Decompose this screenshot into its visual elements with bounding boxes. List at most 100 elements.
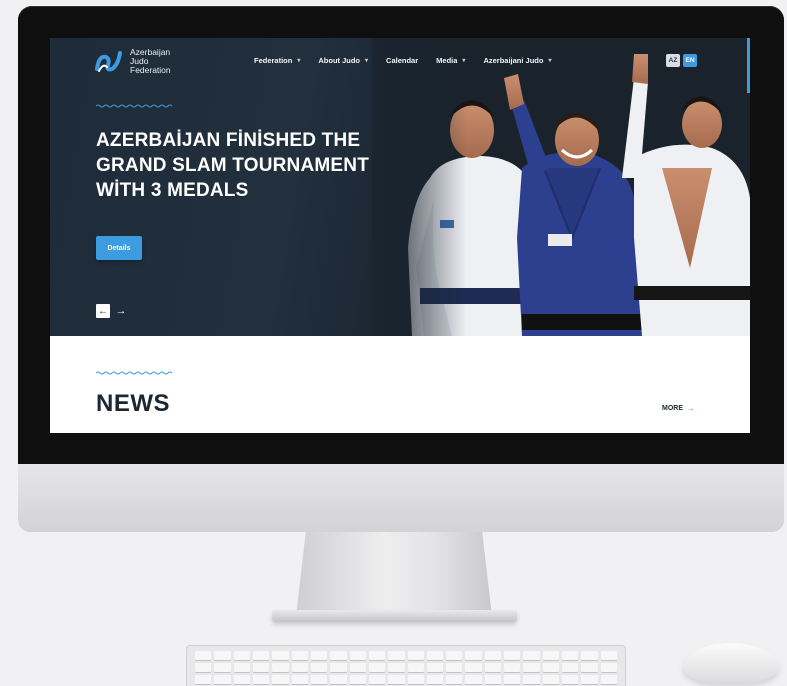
keyboard-key [581, 651, 598, 660]
chevron-down-icon: ▾ [462, 58, 466, 64]
keyboard-key [562, 675, 579, 684]
monitor-chin [18, 464, 784, 532]
hero-slider: Azerbaijan Judo Federation Federation ▾ … [50, 38, 750, 336]
keyboard-key [600, 651, 617, 660]
keyboard-key [291, 663, 308, 672]
keyboard-key [310, 675, 328, 684]
keyboard-key [523, 675, 540, 684]
keyboard-key [252, 663, 270, 672]
federation-logo-icon [95, 50, 122, 72]
details-button[interactable]: Details [96, 236, 142, 260]
keyboard-key [523, 663, 540, 672]
nav-label: Azerbaijani Judo [483, 56, 544, 65]
keyboard-key [214, 651, 231, 660]
keyboard-key [330, 675, 347, 684]
keyboard-key [349, 675, 366, 684]
keyboard-key [272, 663, 289, 672]
keyboard-key [368, 663, 386, 672]
keyboard-key [446, 663, 463, 672]
more-link[interactable]: MORE → [662, 404, 695, 413]
keyboard-key [407, 651, 424, 660]
keyboard-key [272, 651, 289, 660]
keyboard-key [581, 663, 598, 672]
nav-item-about-judo[interactable]: About Judo ▾ [318, 56, 368, 65]
logo-text: Azerbaijan Judo Federation [130, 48, 171, 75]
keyboard-key [291, 651, 308, 660]
keyboard-key [542, 651, 560, 660]
keyboard-key [388, 651, 405, 660]
arrow-left-icon[interactable]: ← [96, 304, 110, 318]
keyboard-key [195, 651, 212, 660]
keyboard-key [446, 675, 463, 684]
keyboard-key [600, 675, 617, 684]
slider-controls: ← → [96, 304, 128, 318]
keyboard-key [330, 663, 347, 672]
keyboard-key [349, 651, 366, 660]
site-logo[interactable]: Azerbaijan Judo Federation [94, 48, 171, 75]
logo-line-3: Federation [130, 65, 171, 75]
language-switcher: AZ EN [666, 54, 697, 67]
scroll-indicator[interactable] [747, 38, 750, 93]
keyboard-key [272, 675, 289, 684]
keyboard-key [581, 675, 598, 684]
keyboard-key [542, 663, 560, 672]
arrow-right-icon: → [687, 404, 695, 413]
keyboard-key [252, 675, 270, 684]
keyboard-key [368, 675, 386, 684]
chevron-down-icon: ▾ [297, 58, 301, 64]
keyboard-key [214, 663, 231, 672]
keyboard-key [426, 675, 444, 684]
hero-title: AZERBAİJAN FİNİSHED THE GRAND SLAM TOURN… [96, 130, 370, 201]
keyboard-key [407, 663, 424, 672]
keyboard-key [233, 663, 250, 672]
nav-item-federation[interactable]: Federation ▾ [254, 56, 300, 65]
mouse [683, 643, 779, 683]
chevron-down-icon: ▾ [365, 58, 369, 64]
lang-az-button[interactable]: AZ [666, 54, 680, 67]
keyboard-key [562, 663, 579, 672]
monitor-stand [296, 532, 492, 616]
keyboard-key [465, 675, 482, 684]
main-nav: Federation ▾ About Judo ▾ Calendar Media… [254, 56, 569, 65]
decorative-wave [96, 371, 173, 375]
keyboard-key [310, 663, 328, 672]
keyboard-key [233, 675, 250, 684]
nav-item-media[interactable]: Media ▾ [436, 56, 465, 65]
keyboard-key [446, 651, 463, 660]
keyboard-key [291, 675, 308, 684]
keyboard-key [330, 651, 347, 660]
nav-item-azerbaijani-judo[interactable]: Azerbaijani Judo ▾ [483, 56, 551, 65]
keyboard-key [388, 663, 405, 672]
keyboard-key [484, 663, 502, 672]
chevron-down-icon: ▾ [548, 58, 552, 64]
keyboard-key [542, 675, 560, 684]
more-label: MORE [662, 405, 683, 412]
news-section-title: NEWS [96, 390, 170, 417]
arrow-right-icon[interactable]: → [114, 304, 128, 318]
decorative-wave [96, 104, 173, 108]
keyboard-key [252, 651, 270, 660]
keyboard-key [214, 675, 231, 684]
monitor-stand-base [272, 610, 517, 622]
keyboard [186, 645, 626, 686]
nav-label: Federation [254, 56, 293, 65]
keyboard-key [407, 675, 424, 684]
keyboard-key [562, 651, 579, 660]
lang-en-button[interactable]: EN [683, 54, 697, 67]
keyboard-key [484, 675, 502, 684]
keyboard-key [426, 651, 444, 660]
keyboard-key [310, 651, 328, 660]
keyboard-key [465, 663, 482, 672]
keyboard-key [426, 663, 444, 672]
keyboard-key [368, 651, 386, 660]
nav-label: Calendar [386, 56, 419, 65]
keyboard-key [504, 663, 521, 672]
hero-photo [372, 38, 750, 336]
keyboard-key [195, 675, 212, 684]
keyboard-key [195, 663, 212, 672]
keyboard-key [600, 663, 617, 672]
keyboard-key [233, 651, 250, 660]
nav-item-calendar[interactable]: Calendar [386, 56, 418, 65]
keyboard-key [484, 651, 502, 660]
keyboard-key [349, 663, 366, 672]
